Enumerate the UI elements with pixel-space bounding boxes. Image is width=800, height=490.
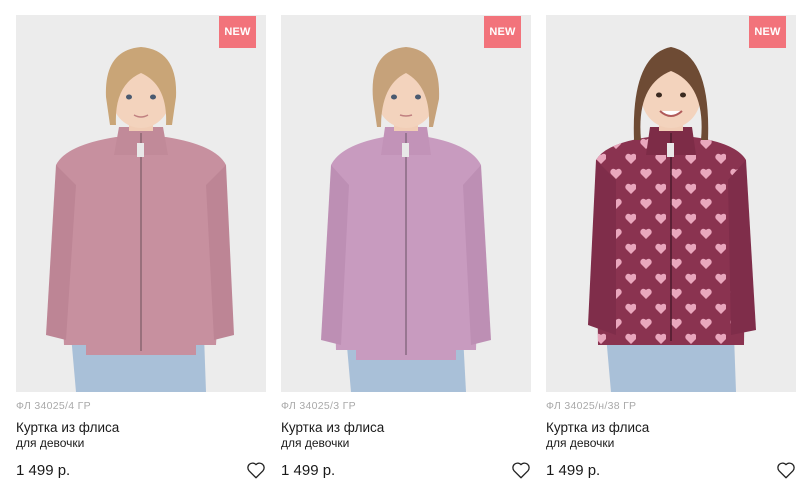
product-sku: ФЛ 34025/3 ГР bbox=[281, 400, 356, 412]
product-sku: ФЛ 34025/4 ГР bbox=[16, 400, 91, 412]
product-price: 1 499 р. bbox=[16, 462, 71, 479]
product-image[interactable] bbox=[16, 15, 266, 392]
new-badge: NEW bbox=[219, 16, 256, 48]
heart-outline-icon bbox=[777, 462, 795, 479]
product-card[interactable]: NEW ФЛ 34025/н/38 ГР Куртка из флиса для… bbox=[546, 15, 796, 485]
product-card[interactable]: NEW ФЛ 34025/4 ГР Куртка из флиса для де… bbox=[16, 15, 266, 485]
new-badge: NEW bbox=[749, 16, 786, 48]
product-name[interactable]: Куртка из флиса bbox=[16, 420, 119, 435]
heart-outline-icon bbox=[512, 462, 530, 479]
product-name[interactable]: Куртка из флиса bbox=[546, 420, 649, 435]
product-price: 1 499 р. bbox=[546, 462, 601, 479]
heart-outline-icon bbox=[247, 462, 265, 479]
product-sku: ФЛ 34025/н/38 ГР bbox=[546, 400, 637, 412]
favorite-button[interactable] bbox=[776, 461, 796, 479]
product-subtitle: для девочки bbox=[546, 436, 615, 450]
new-badge: NEW bbox=[484, 16, 521, 48]
favorite-button[interactable] bbox=[511, 461, 531, 479]
product-subtitle: для девочки bbox=[281, 436, 350, 450]
product-card[interactable]: NEW ФЛ 34025/3 ГР Куртка из флиса для де… bbox=[281, 15, 531, 485]
product-image[interactable] bbox=[546, 15, 796, 392]
product-price: 1 499 р. bbox=[281, 462, 336, 479]
favorite-button[interactable] bbox=[246, 461, 266, 479]
product-image[interactable] bbox=[281, 15, 531, 392]
product-subtitle: для девочки bbox=[16, 436, 85, 450]
product-name[interactable]: Куртка из флиса bbox=[281, 420, 384, 435]
